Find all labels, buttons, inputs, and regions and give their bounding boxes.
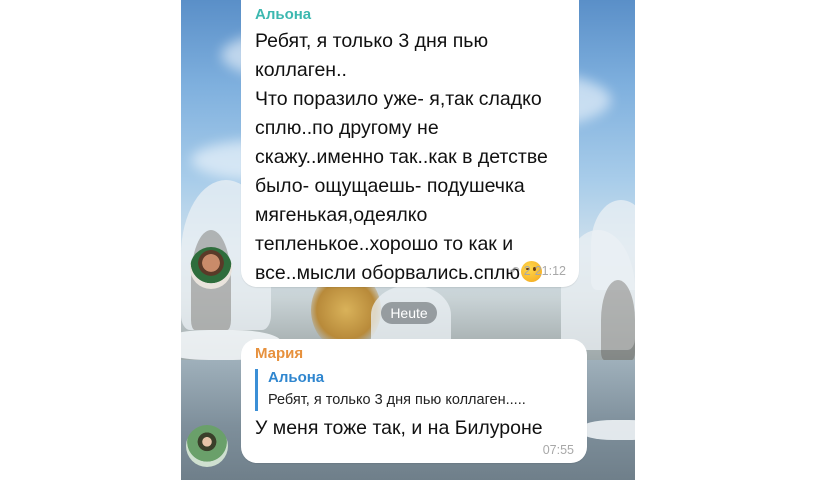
avatar-maria[interactable] xyxy=(186,425,228,467)
sender-name[interactable]: Альона xyxy=(255,6,311,23)
message-time: 07:55 xyxy=(542,443,574,457)
sender-name[interactable]: Мария xyxy=(255,345,303,362)
forward-count: 2 xyxy=(523,264,531,278)
message-time: 21:12 xyxy=(534,264,566,278)
avatar-alyona[interactable] xyxy=(190,247,232,289)
reply-text: Ребят, я только 3 дня пью коллаген..... xyxy=(268,392,526,408)
message-text: У меня тоже так, и на Билуроне xyxy=(255,417,543,439)
forward-arrow-icon: ↶ xyxy=(509,264,520,278)
message-text: Ребят, я только 3 дня пью коллаген.. Что… xyxy=(255,30,548,284)
message-meta: ↶ 2 21:12 xyxy=(510,264,566,278)
reply-sender-name: Альона xyxy=(268,369,325,386)
message-bubble-alyona[interactable]: Альона Ребят, я только 3 дня пью коллаге… xyxy=(241,0,579,287)
message-bubble-maria[interactable]: Мария Альона Ребят, я только 3 дня пью к… xyxy=(241,339,587,463)
date-separator: Heute xyxy=(381,302,437,324)
reply-quote[interactable]: Альона Ребят, я только 3 дня пью коллаге… xyxy=(255,369,573,411)
